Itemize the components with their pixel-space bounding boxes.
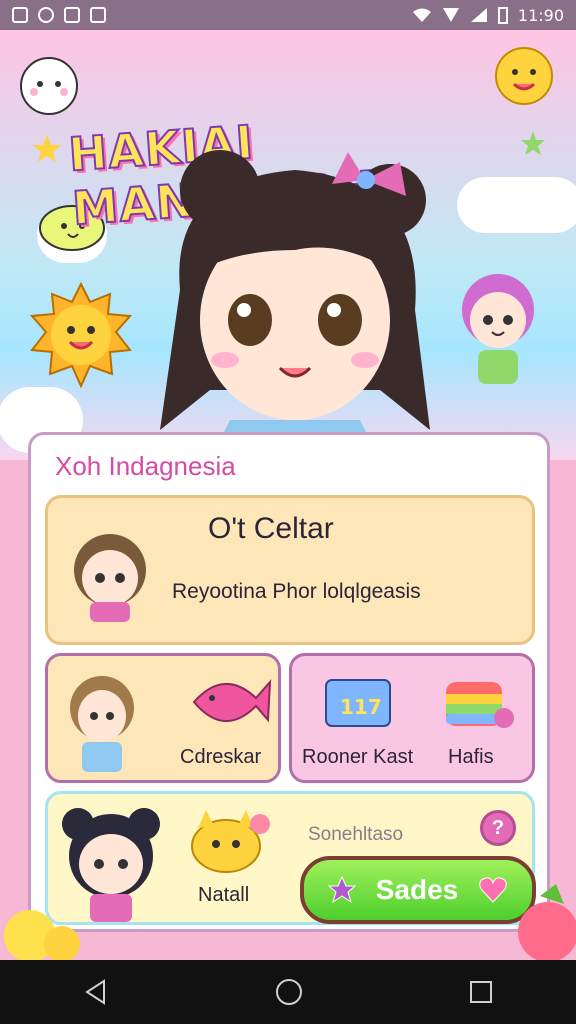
wifi-icon <box>412 8 431 22</box>
back-icon[interactable] <box>82 978 110 1006</box>
character-avatar <box>70 676 134 772</box>
card-main-subtitle: Reyootina Phor lolqlgeasis <box>172 580 421 603</box>
recents-icon[interactable] <box>468 979 494 1005</box>
search-label[interactable]: Sonehltaso <box>308 824 403 846</box>
main-character-illustration <box>160 150 430 460</box>
character-card-main[interactable]: O't Celtar Reyootina Phor lolqlgeasis <box>45 495 535 645</box>
status-bar-system: 11:90 <box>412 6 564 25</box>
card-c-label: Natall <box>198 884 250 906</box>
flower-decoration <box>4 910 80 960</box>
cat-mascot-icon <box>191 810 270 873</box>
status-bar-notifications <box>12 7 106 23</box>
image-icon <box>12 7 28 23</box>
help-button[interactable]: ? <box>480 810 516 846</box>
panel-title: Xoh Indagnesia <box>55 451 236 481</box>
battery-icon <box>497 7 508 24</box>
star-icon <box>327 876 356 904</box>
home-icon[interactable] <box>274 977 304 1007</box>
system-navigation-bar <box>0 960 576 1024</box>
fish-icon <box>192 679 272 723</box>
svg-text:117: 117 <box>340 695 382 719</box>
calendar-icon: 117 <box>325 679 391 727</box>
mascot-cloud-icon <box>20 57 78 115</box>
card-natall: Natall Sonehltaso ? Sades <box>45 791 536 925</box>
card-rooner-kast[interactable]: 117 Rooner Kast Hafis <box>289 653 535 783</box>
signal-icon <box>442 8 459 22</box>
sades-button-label: Sades <box>375 874 459 905</box>
mascot-sun-icon <box>29 281 133 389</box>
rainbow-icon <box>446 682 514 728</box>
side-character-illustration <box>462 274 534 384</box>
card-main-title: O't Celtar <box>208 512 334 545</box>
status-time: 11:90 <box>517 5 564 25</box>
character-avatar <box>74 534 146 622</box>
app-icon-2 <box>90 7 106 23</box>
card-a-label: Cdreskar <box>180 746 262 768</box>
character-card-cdreskar[interactable]: Cdreskar <box>45 653 281 783</box>
card-b-right-label: Hafis <box>448 746 494 768</box>
star-icon <box>33 135 61 162</box>
status-bar: 11:90 <box>0 0 576 30</box>
content-panel: Xoh Indagnesia O't Celtar Reyootina Phor… <box>28 432 550 932</box>
card-b-left-label: Rooner Kast <box>302 746 414 768</box>
signal-strength-icon <box>470 8 487 22</box>
settings-icon <box>38 7 54 23</box>
hero-banner: HAKIAI MANGALRH <box>0 30 576 460</box>
app-icon <box>64 7 80 23</box>
berry-decoration <box>518 884 576 960</box>
help-icon: ? <box>491 816 505 839</box>
